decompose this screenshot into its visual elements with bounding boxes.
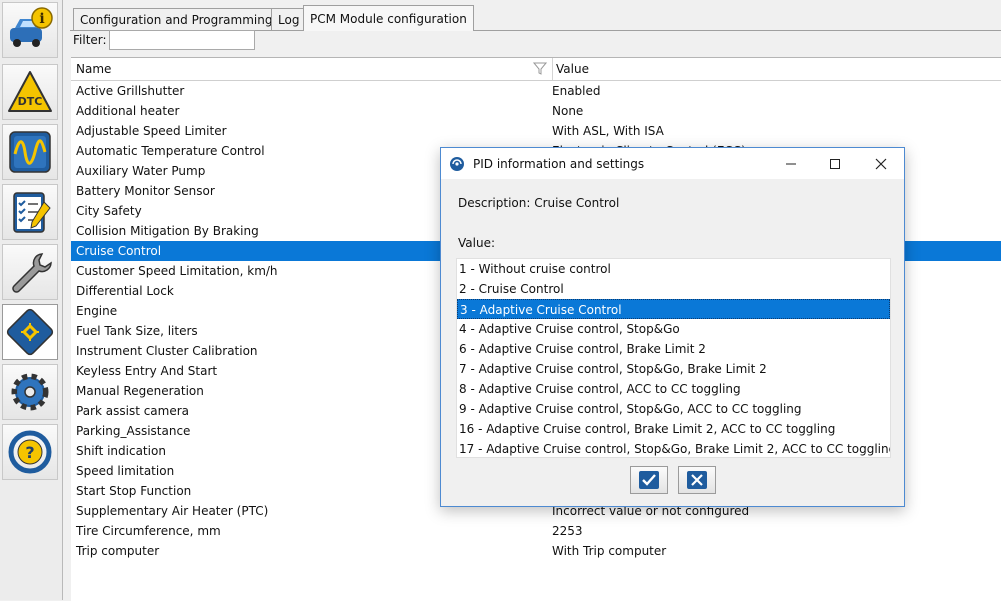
row-value: Enabled (552, 84, 601, 98)
row-value: With Trip computer (552, 544, 667, 558)
value-option[interactable]: 16 - Adaptive Cruise control, Brake Limi… (457, 419, 890, 439)
tab-configuration-programming[interactable]: Configuration and Programming (73, 8, 280, 30)
value-option[interactable]: 9 - Adaptive Cruise control, Stop&Go, AC… (457, 399, 890, 419)
maximize-icon (830, 159, 840, 169)
svg-text:DTC: DTC (18, 95, 43, 108)
row-name: Instrument Cluster Calibration (76, 344, 258, 358)
chip-icon (6, 308, 54, 356)
sidebar: i DTC ? (0, 0, 63, 600)
filter-input[interactable] (109, 30, 255, 50)
row-name: Cruise Control (76, 244, 162, 258)
car-info-icon: i (10, 7, 53, 47)
svg-text:?: ? (25, 443, 34, 462)
row-name: Auxiliary Water Pump (76, 164, 206, 178)
row-value: None (552, 104, 584, 118)
maximize-button[interactable] (813, 150, 857, 178)
sidebar-checklist-button[interactable] (2, 184, 58, 240)
row-name: Adjustable Speed Limiter (76, 124, 227, 138)
value-label: Value: (458, 236, 495, 250)
column-header-value[interactable]: Value (556, 62, 589, 76)
tab-label: PCM Module configuration (310, 12, 467, 26)
row-name: Trip computer (76, 544, 160, 558)
confirm-button[interactable] (630, 466, 668, 494)
row-name: Manual Regeneration (76, 384, 204, 398)
value-option[interactable]: 4 - Adaptive Cruise control, Stop&Go (457, 319, 890, 339)
table-row[interactable]: Trip computer With Trip computer (71, 541, 1001, 561)
tab-label: Log (278, 13, 300, 27)
column-separator[interactable] (552, 58, 553, 80)
row-name: Shift indication (76, 444, 166, 458)
table-row[interactable]: Tire Circumference, mm 2253 (71, 521, 1001, 541)
dialog-title-bar[interactable]: PID information and settings (441, 148, 904, 179)
row-name: Fuel Tank Size, liters (76, 324, 198, 338)
value-option[interactable]: 3 - Adaptive Cruise Control (457, 299, 890, 319)
gear-icon (11, 373, 49, 411)
value-listbox[interactable]: 1 - Without cruise control 2 - Cruise Con… (456, 258, 891, 458)
value-option[interactable]: 7 - Adaptive Cruise control, Stop&Go, Br… (457, 359, 890, 379)
row-name: Battery Monitor Sensor (76, 184, 215, 198)
close-icon (875, 158, 887, 170)
checkmark-icon (639, 471, 659, 489)
tab-bar: Configuration and Programming Log PCM Mo… (70, 0, 1001, 31)
row-name: Automatic Temperature Control (76, 144, 265, 158)
row-name: Park assist camera (76, 404, 190, 418)
row-name: Speed limitation (76, 464, 175, 478)
row-name: Supplementary Air Heater (PTC) (76, 504, 269, 518)
minimize-button[interactable] (769, 150, 813, 178)
dialog-title: PID information and settings (473, 157, 645, 171)
column-header-name[interactable]: Name (76, 62, 111, 76)
svg-text:i: i (39, 11, 44, 27)
filter-label: Filter: (73, 33, 107, 47)
row-name: Customer Speed Limitation, km/h (76, 264, 278, 278)
sidebar-help-button[interactable]: ? (2, 424, 58, 480)
row-name: Parking_Assistance (76, 424, 191, 438)
sidebar-module-config-button[interactable] (2, 304, 58, 360)
table-row[interactable]: Active Grillshutter Enabled (71, 81, 1001, 101)
sidebar-oscilloscope-button[interactable] (2, 124, 58, 180)
value-option[interactable]: 17 - Adaptive Cruise control, Stop&Go, B… (457, 439, 890, 457)
row-name: Tire Circumference, mm (76, 524, 221, 538)
sidebar-settings-button[interactable] (2, 364, 58, 420)
row-name: Active Grillshutter (76, 84, 185, 98)
close-button[interactable] (859, 150, 903, 178)
table-row[interactable]: Adjustable Speed Limiter With ASL, With I… (71, 121, 1001, 141)
minimize-icon (786, 163, 796, 165)
row-name: Engine (76, 304, 118, 318)
sidebar-vehicle-info-button[interactable]: i (2, 2, 58, 58)
row-value: With ASL, With ISA (552, 124, 664, 138)
tab-pcm-module-configuration[interactable]: PCM Module configuration (303, 5, 474, 31)
app-icon (450, 157, 464, 171)
row-name: City Safety (76, 204, 142, 218)
checklist-icon (13, 192, 51, 233)
row-name: Start Stop Function (76, 484, 192, 498)
value-option[interactable]: 1 - Without cruise control (457, 259, 890, 279)
row-name: Keyless Entry And Start (76, 364, 218, 378)
cancel-button[interactable] (678, 466, 716, 494)
pid-settings-dialog: PID information and settings Description… (440, 147, 905, 507)
tab-label: Configuration and Programming (80, 13, 273, 27)
pid-description: Description: Cruise Control (458, 196, 620, 210)
row-name: Additional heater (76, 104, 180, 118)
table-header: Name Value (71, 58, 1001, 81)
filter-funnel-icon[interactable] (533, 61, 547, 75)
sidebar-service-button[interactable] (2, 244, 58, 300)
value-option[interactable]: 6 - Adaptive Cruise control, Brake Limit… (457, 339, 890, 359)
row-name: Differential Lock (76, 284, 174, 298)
wrench-icon (12, 253, 52, 293)
dtc-warning-icon: DTC (8, 71, 52, 112)
table-row[interactable]: Additional heater None (71, 101, 1001, 121)
value-option[interactable]: 2 - Cruise Control (457, 279, 890, 299)
cancel-x-icon (687, 471, 707, 489)
oscilloscope-icon (9, 131, 51, 173)
row-value: 2253 (552, 524, 583, 538)
tab-log[interactable]: Log (271, 8, 307, 30)
steering-help-icon: ? (8, 430, 52, 474)
row-name: Collision Mitigation By Braking (76, 224, 259, 238)
value-option[interactable]: 8 - Adaptive Cruise control, ACC to CC t… (457, 379, 890, 399)
sidebar-dtc-button[interactable]: DTC (2, 64, 58, 120)
